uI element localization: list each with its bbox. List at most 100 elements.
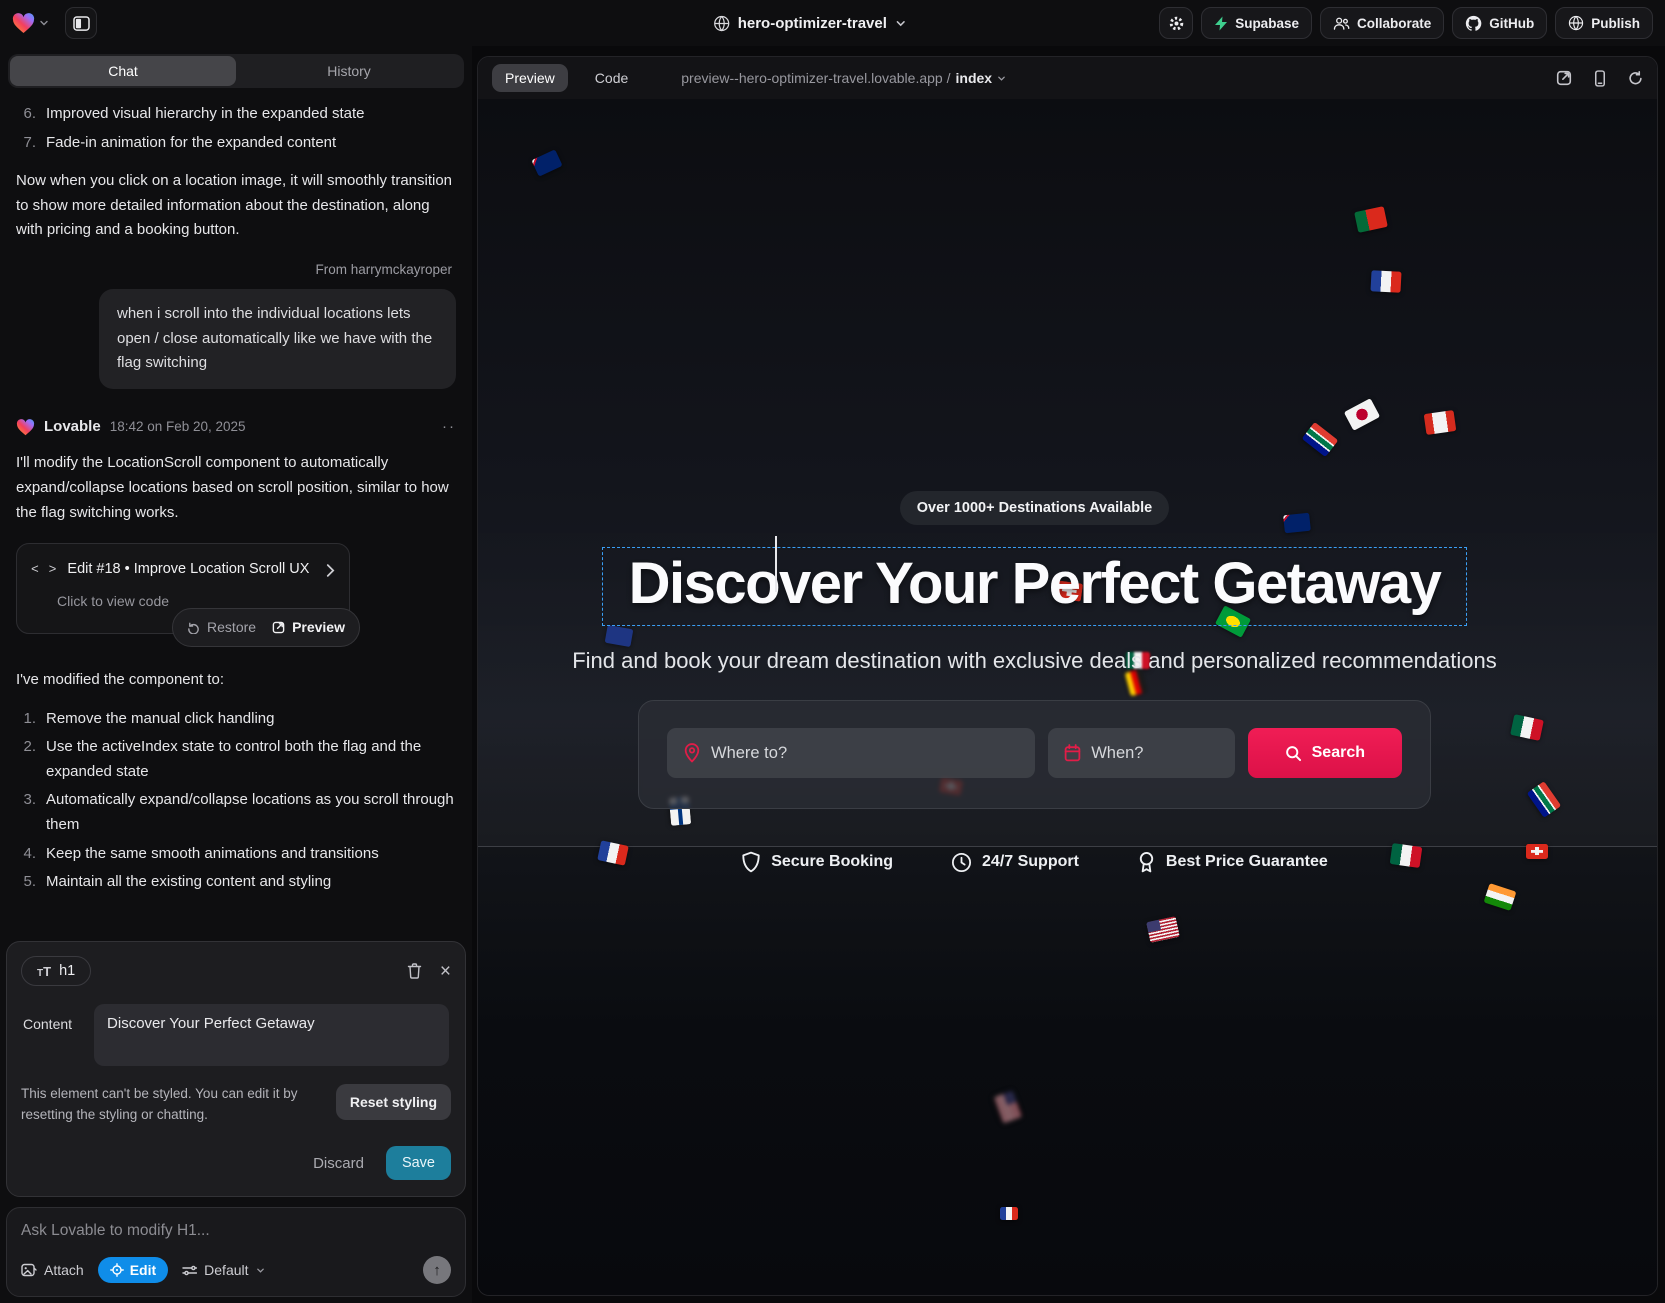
edit-mode-toggle[interactable]: Edit [98,1257,168,1283]
styling-helper-text: This element can't be styled. You can ed… [21,1084,322,1126]
message-from-label: From harrymckayroper [20,259,452,281]
chevron-right-icon [326,564,335,577]
flag-in [1484,883,1517,911]
text-cursor [775,536,777,592]
refresh-icon[interactable] [1628,71,1643,86]
assistant-name: Lovable [44,415,101,440]
tab-history[interactable]: History [236,56,462,86]
tab-preview[interactable]: Preview [492,64,568,92]
flag-ca [1424,410,1457,435]
send-button[interactable]: ↑ [423,1256,451,1284]
typography-icon: TT [37,964,51,979]
chevron-down-icon [256,1266,265,1275]
flag-fr [1370,270,1401,293]
open-in-new-tab-icon[interactable] [1556,70,1572,86]
default-mode-select[interactable]: Default [182,1262,264,1278]
external-link-icon [272,621,285,634]
sidebar-layout-icon [73,16,90,31]
location-pin-icon [683,743,701,763]
tab-code[interactable]: Code [582,64,641,92]
preview-url[interactable]: preview--hero-optimizer-travel.lovable.a… [681,70,1006,86]
collaborate-button[interactable]: Collaborate [1320,7,1444,39]
where-to-input[interactable]: Where to? [667,728,1035,778]
shield-icon [741,851,761,873]
flag-us [994,1090,1022,1123]
chevron-down-icon [39,18,49,28]
calendar-icon [1064,744,1081,762]
feature-row: Secure Booking 24/7 Support [741,851,1328,873]
content-label: Content [23,1004,72,1066]
mobile-view-icon[interactable] [1594,70,1606,87]
tab-chat[interactable]: Chat [10,56,236,86]
search-card: Where to? When? [638,700,1431,809]
list-item: 3. Automatically expand/collapse locatio… [16,788,456,837]
search-icon [1285,745,1302,762]
list-item: 7. Fade-in animation for the expanded co… [16,131,456,156]
assistant-message-header: Lovable 18:42 on Feb 20, 2025 ·· [16,415,456,440]
edit-card-title: Edit #18 • Improve Location Scroll UX [67,558,316,582]
element-tag-pill[interactable]: TT h1 [21,956,91,986]
sliders-icon [182,1264,197,1277]
search-button[interactable]: Search [1248,728,1402,778]
trash-icon[interactable] [407,963,422,979]
arrow-up-icon: ↑ [433,1262,441,1279]
chevron-down-icon [997,74,1006,83]
composer-input[interactable]: Ask Lovable to modify H1... [21,1222,451,1240]
award-icon [1137,851,1156,873]
restore-icon [187,621,200,634]
assistant-paragraph: I'll modify the LocationScroll component… [16,451,456,525]
preview-chrome-bar: Preview Code preview--hero-optimizer-tra… [478,57,1657,99]
restore-preview-pill: Restore Preview [172,608,360,647]
clock-icon [951,852,972,873]
save-button[interactable]: Save [386,1146,451,1180]
code-icon: < > [31,559,57,580]
publish-button[interactable]: Publish [1555,7,1653,39]
chat-scroll-area[interactable]: 6. Improved visual hierarchy in the expa… [0,88,472,937]
flag-us [1146,916,1180,943]
hero-title[interactable]: Discover Your Perfect Getaway [629,550,1441,617]
list-item: 5. Maintain all the existing content and… [16,870,456,895]
numbered-list-bottom: 1. Remove the manual click handling 2. U… [16,707,456,895]
chat-history-tabs: Chat History [8,54,464,88]
restore-button[interactable]: Restore [187,616,256,639]
composer-panel: Ask Lovable to modify H1... Attach [6,1207,466,1297]
close-icon[interactable]: × [440,962,451,981]
settings-button[interactable] [1159,7,1193,39]
when-input[interactable]: When? [1048,728,1234,778]
assistant-paragraph: Now when you click on a location image, … [16,169,456,243]
image-icon [21,1263,37,1278]
lovable-logo-menu[interactable] [12,13,49,34]
feature-support: 24/7 Support [951,852,1079,873]
chevron-down-icon[interactable] [895,18,906,29]
lovable-heart-icon [16,419,35,436]
feature-price-guarantee: Best Price Guarantee [1137,851,1328,873]
destinations-badge: Over 1000+ Destinations Available [900,491,1169,525]
github-button[interactable]: GitHub [1452,7,1547,39]
flag-fr [1000,1207,1018,1220]
project-name[interactable]: hero-optimizer-travel [738,15,887,32]
target-icon [110,1263,124,1277]
hero-subtitle: Find and book your dream destination wit… [572,648,1497,674]
supabase-button[interactable]: Supabase [1201,7,1312,39]
preview-pane: Preview Code preview--hero-optimizer-tra… [477,56,1658,1296]
list-item: 4. Keep the same smooth animations and t… [16,842,456,867]
list-item: 1. Remove the manual click handling [16,707,456,732]
sidebar-toggle-button[interactable] [65,7,97,39]
element-editor-panel: TT h1 × Content Discover Your Perfect Ge… [6,941,466,1197]
attach-button[interactable]: Attach [21,1262,84,1278]
numbered-list-top: 6. Improved visual hierarchy in the expa… [16,102,456,155]
github-icon [1465,15,1482,32]
reset-styling-button[interactable]: Reset styling [336,1084,451,1120]
app-topbar: hero-optimizer-travel Supabase [0,0,1665,46]
selected-element-outline[interactable]: Discover Your Perfect Getaway [602,547,1468,626]
preview-version-button[interactable]: Preview [272,616,345,639]
discard-button[interactable]: Discard [313,1155,364,1172]
more-menu-icon[interactable]: ·· [442,415,456,440]
content-input[interactable]: Discover Your Perfect Getaway [94,1004,449,1066]
preview-viewport[interactable]: Over 1000+ Destinations Available Discov… [478,99,1657,1295]
supabase-icon [1214,16,1228,31]
assistant-timestamp: 18:42 on Feb 20, 2025 [110,416,246,438]
globe-icon [1568,15,1584,31]
chat-sidebar: Chat History 6. Improved visual hierarch… [0,46,472,1303]
feature-secure-booking: Secure Booking [741,851,893,873]
